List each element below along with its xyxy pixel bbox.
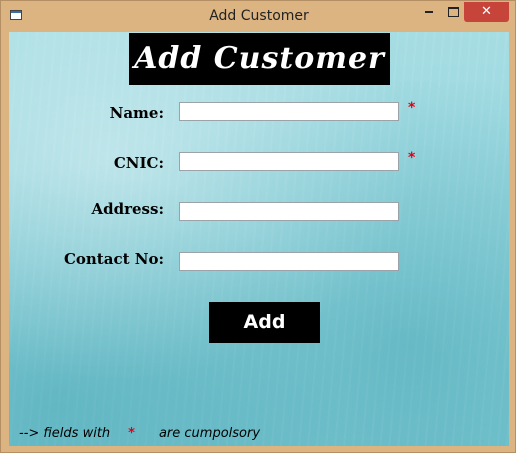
cnic-required-mark: * <box>408 150 416 166</box>
title-bar[interactable]: Add Customer ✕ <box>1 1 516 33</box>
minimize-icon <box>425 10 433 13</box>
note-required-mark: * <box>128 426 135 441</box>
close-button[interactable]: ✕ <box>464 2 509 22</box>
note-suffix: are cumpolsory <box>158 426 261 441</box>
name-label: Name: <box>109 104 164 122</box>
add-button[interactable]: Add <box>209 302 320 343</box>
required-fields-note: --> fields with * are cumpolsory <box>19 426 260 441</box>
name-field[interactable] <box>179 102 399 121</box>
form-heading: Add Customer <box>129 33 390 85</box>
close-icon: ✕ <box>481 4 492 19</box>
cnic-label: CNIC: <box>113 154 164 172</box>
maximize-button[interactable] <box>441 2 465 22</box>
cnic-field[interactable] <box>179 152 399 171</box>
minimize-button[interactable] <box>417 2 441 22</box>
contact-no-label: Contact No: <box>63 250 164 268</box>
name-required-mark: * <box>408 100 416 116</box>
app-window: Add Customer ✕ Add Customer Name: * CNIC… <box>0 0 516 453</box>
address-field[interactable] <box>179 202 399 221</box>
form-panel: Add Customer Name: * CNIC: * Address: Co… <box>9 32 509 446</box>
contact-no-field[interactable] <box>179 252 399 271</box>
note-prefix: --> fields with <box>19 426 111 441</box>
maximize-icon <box>447 6 459 17</box>
address-label: Address: <box>91 200 165 218</box>
